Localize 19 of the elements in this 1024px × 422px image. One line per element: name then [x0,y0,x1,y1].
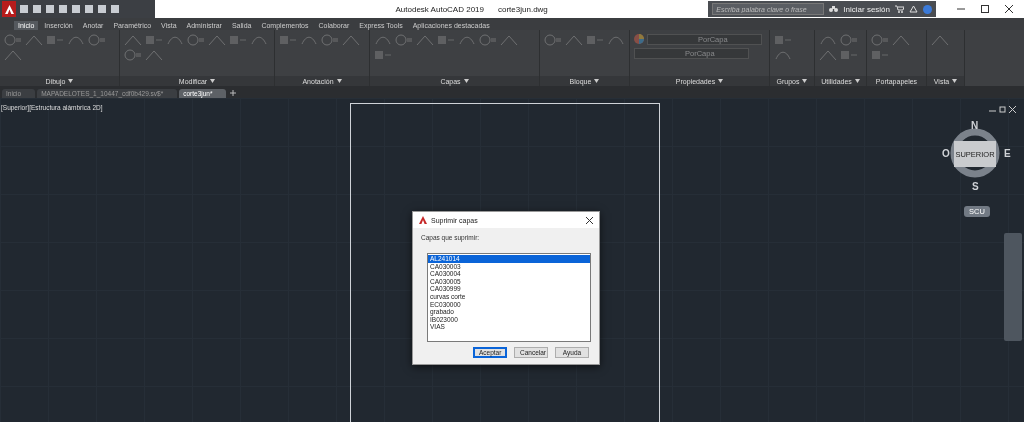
cart-icon[interactable] [895,5,904,13]
help-icon[interactable] [923,4,932,14]
file-name: corte3jun.dwg [498,4,548,14]
app-logo-icon[interactable] [2,1,16,17]
restore-icon[interactable] [999,106,1006,113]
compass-label[interactable]: N [971,120,979,131]
compass-label[interactable]: E [1004,148,1011,159]
add-tab-icon[interactable] [228,88,239,98]
binoculars-icon[interactable] [829,5,839,13]
navigation-bar[interactable] [1004,233,1022,341]
maximize-icon[interactable] [980,4,990,14]
sign-in-button[interactable]: Iniciar sesión [843,4,890,14]
compass-label[interactable]: O [942,148,950,159]
compass-ring-icon[interactable] [950,128,1000,178]
compass-label[interactable]: S [972,181,979,192]
close-icon[interactable] [586,216,593,224]
window-title: Autodesk AutoCAD 2019 [395,4,484,14]
close-icon[interactable] [1004,4,1014,14]
app-logo-icon [419,216,427,224]
